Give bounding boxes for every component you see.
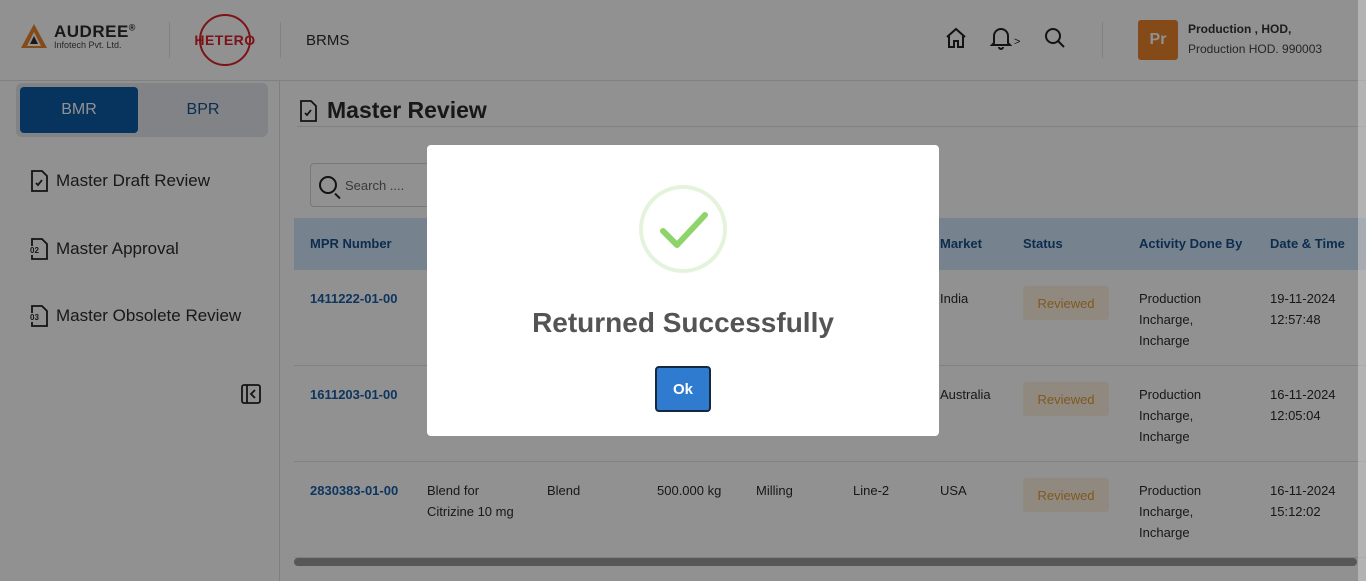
vertical-scrollbar[interactable]	[1358, 0, 1366, 581]
success-dialog: Returned Successfully Ok	[427, 145, 939, 436]
ok-button[interactable]: Ok	[655, 366, 711, 412]
dialog-title: Returned Successfully	[532, 307, 834, 338]
success-check-icon	[639, 185, 727, 273]
